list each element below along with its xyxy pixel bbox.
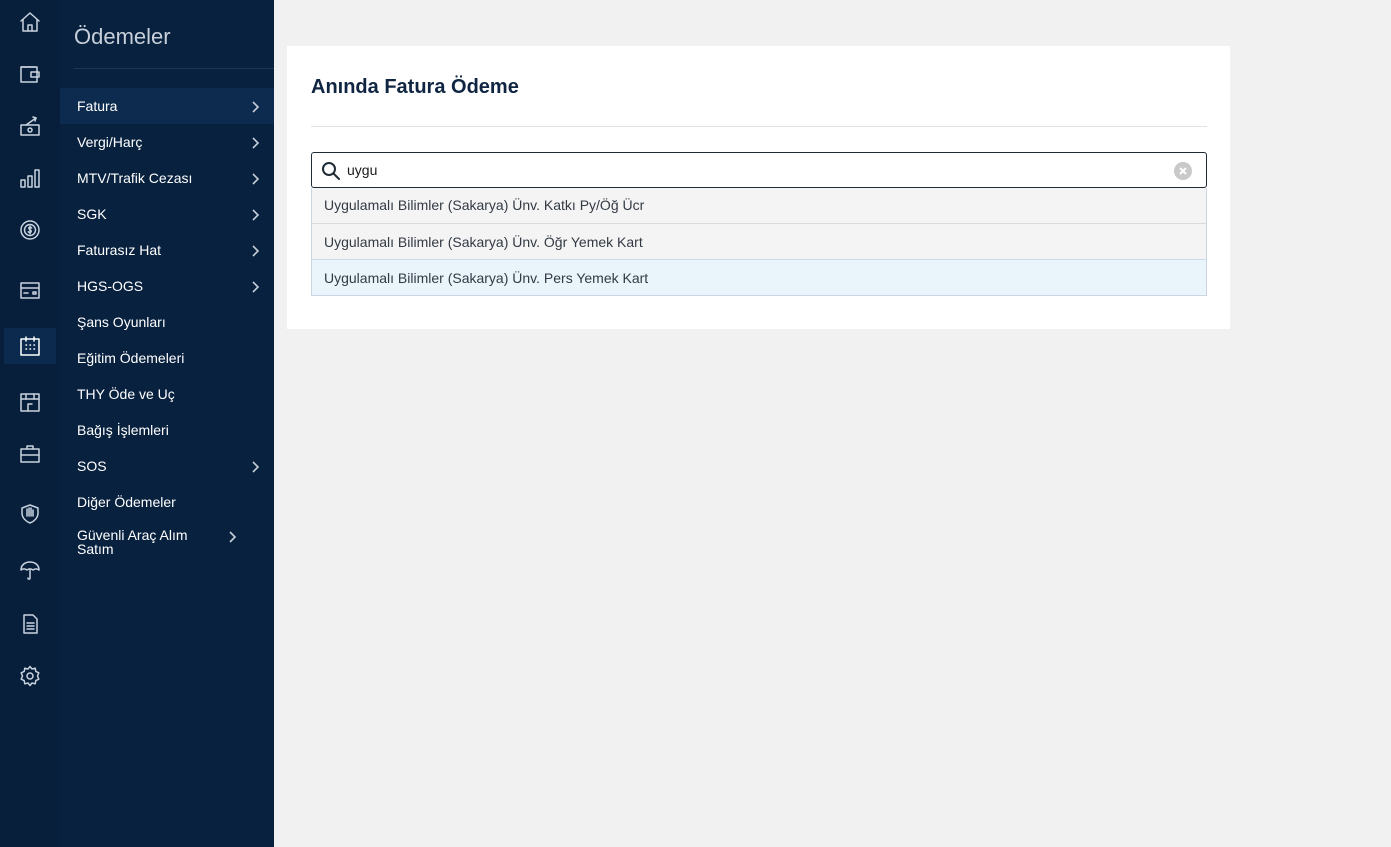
chevron-right-icon: [250, 460, 260, 473]
chevron-right-icon: [250, 172, 260, 185]
sidebar-item-label: Bağış İşlemleri: [77, 422, 169, 438]
sidebar-item-label: Eğitim Ödemeleri: [77, 350, 185, 366]
credit-card-icon[interactable]: [12, 272, 48, 308]
sidebar-item-label: SGK: [77, 206, 107, 222]
sidebar-item-faturasiz-hat[interactable]: Faturasız Hat: [60, 232, 274, 268]
search-result-item[interactable]: Uygulamalı Bilimler (Sakarya) Ünv. Pers …: [312, 259, 1206, 295]
home-icon[interactable]: [12, 4, 48, 40]
search-input[interactable]: [347, 160, 1147, 180]
page-title: Anında Fatura Ödeme: [311, 76, 519, 98]
sidebar-item-egitim-odemeleri[interactable]: Eğitim Ödemeleri: [60, 340, 274, 376]
sidebar-item-label: Vergi/Harç: [77, 134, 143, 150]
money-transfer-icon[interactable]: [12, 108, 48, 144]
bar-chart-icon[interactable]: [12, 160, 48, 196]
sidebar-item-label: Faturasız Hat: [77, 242, 162, 258]
sidebar-item-label: Fatura: [77, 98, 118, 114]
sidebar-item-sans-oyunlari[interactable]: Şans Oyunları: [60, 304, 274, 340]
sidebar-item-vergi-harc[interactable]: Vergi/Harç: [60, 124, 274, 160]
calendar-payments-icon[interactable]: [4, 328, 56, 364]
sidebar-item-thy-ode-ve-uc[interactable]: THY Öde ve Uç: [60, 376, 274, 412]
sidebar-item-label: HGS-OGS: [77, 278, 144, 294]
chevron-right-icon: [227, 530, 237, 543]
chevron-right-icon: [250, 136, 260, 149]
sidebar-item-bagis-islemleri[interactable]: Bağış İşlemleri: [60, 412, 274, 448]
sidebar-item-sos[interactable]: SOS: [60, 448, 274, 484]
shield-icon[interactable]: [12, 496, 48, 532]
chevron-right-icon: [250, 280, 260, 293]
sidebar-item-label: THY Öde ve Uç: [77, 386, 175, 402]
sidebar-divider: [74, 68, 274, 69]
sidebar-item-diger-odemeler[interactable]: Diğer Ödemeler: [60, 484, 274, 520]
sidebar-item-label: SOS: [77, 458, 107, 474]
sidebar-item-label: Güvenli Araç Alım Satım: [77, 527, 188, 557]
search-result-item[interactable]: Uygulamalı Bilimler (Sakarya) Ünv. Katkı…: [312, 188, 1206, 223]
document-icon[interactable]: [12, 606, 48, 642]
clear-icon[interactable]: [1174, 162, 1192, 180]
settings-icon[interactable]: [12, 658, 48, 694]
chevron-right-icon: [250, 100, 260, 113]
umbrella-icon[interactable]: [12, 552, 48, 588]
search-box[interactable]: [311, 152, 1207, 188]
icon-rail: [0, 0, 60, 847]
sidebar-item-label: MTV/Trafik Cezası: [77, 170, 193, 186]
title-divider: [311, 126, 1207, 127]
dollar-coin-icon[interactable]: [12, 212, 48, 248]
sidebar: Ödemeler Fatura Vergi/Harç MTV/Trafik Ce…: [60, 0, 274, 847]
search-result-item[interactable]: Uygulamalı Bilimler (Sakarya) Ünv. Öğr Y…: [312, 223, 1206, 259]
sidebar-item-mtv-trafik-cezasi[interactable]: MTV/Trafik Cezası: [60, 160, 274, 196]
search-icon: [321, 161, 341, 181]
search-results-list: Uygulamalı Bilimler (Sakarya) Ünv. Katkı…: [311, 188, 1207, 296]
sidebar-item-label: Şans Oyunları: [77, 314, 166, 330]
building-icon[interactable]: [12, 384, 48, 420]
sidebar-item-sgk[interactable]: SGK: [60, 196, 274, 232]
sidebar-item-hgs-ogs[interactable]: HGS-OGS: [60, 268, 274, 304]
wallet-icon[interactable]: [12, 56, 48, 92]
sidebar-item-label: Diğer Ödemeler: [77, 494, 176, 510]
chevron-right-icon: [250, 244, 260, 257]
briefcase-icon[interactable]: [12, 436, 48, 472]
sidebar-item-fatura[interactable]: Fatura: [60, 88, 274, 124]
payment-card: Anında Fatura Ödeme Uygulamalı Bilimler …: [287, 46, 1230, 329]
sidebar-item-guvenli-arac-alim-satim[interactable]: Güvenli Araç Alım Satım: [60, 522, 274, 562]
chevron-right-icon: [250, 208, 260, 221]
sidebar-title: Ödemeler: [74, 24, 171, 49]
